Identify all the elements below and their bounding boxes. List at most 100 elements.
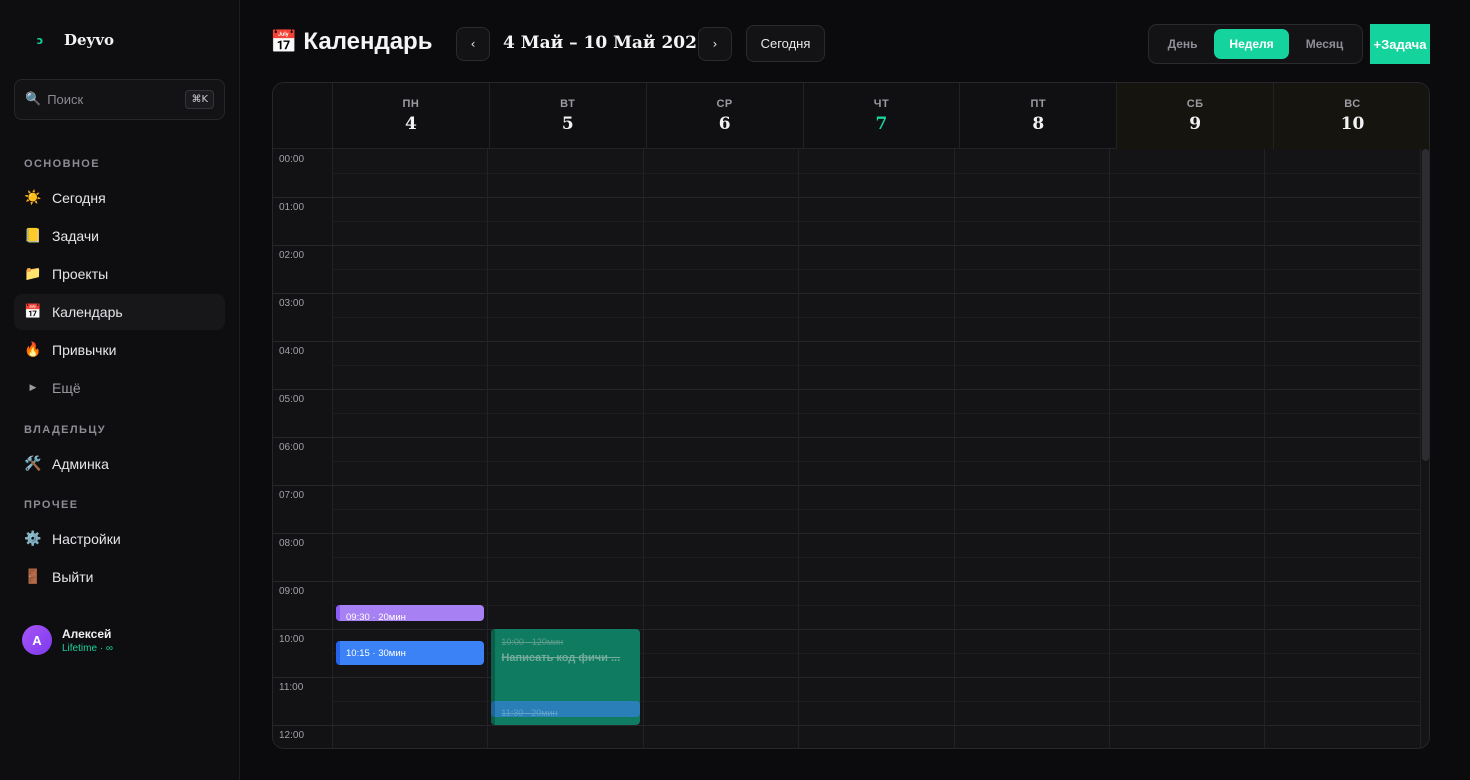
door-icon: 🚪 — [24, 569, 42, 585]
day-header[interactable]: ВТ 5 — [490, 83, 647, 149]
view-week-button[interactable]: Неделя — [1214, 29, 1289, 59]
calendar-icon: 📅 — [24, 304, 42, 320]
sidebar-item-label: Календарь — [52, 304, 123, 320]
calendar-header: ПН 4 ВТ 5 СР 6 ЧТ 7 ПТ 8 СБ 9 ВС 10 — [273, 83, 1429, 149]
calendar-event[interactable]: 11:30 · 20мин — [491, 701, 640, 717]
sidebar-item-tasks[interactable]: 📒 Задачи — [14, 218, 225, 254]
sidebar-item-label: Задачи — [52, 228, 100, 244]
next-week-button[interactable]: › — [698, 27, 732, 61]
user-plan: Lifetime · ∞ — [62, 642, 114, 654]
event-time: 10:00 · 120мин — [501, 637, 564, 647]
day-column[interactable] — [1110, 149, 1266, 748]
event-color-bar — [336, 641, 340, 665]
event-time: 11:30 · 20мин — [501, 708, 558, 717]
sidebar: ᴐ Deyvo 🔍 Поиск ⌘K ОСНОВНОЕ ☀️ Сегодня 📒… — [0, 0, 240, 780]
day-date: 7 — [875, 114, 888, 134]
day-name: ВТ — [560, 98, 576, 110]
day-header[interactable]: СБ 9 — [1117, 83, 1275, 149]
time-label: 00:00 — [279, 154, 305, 165]
time-label: 12:00 — [279, 730, 305, 741]
sidebar-item-settings[interactable]: ⚙️ Настройки — [14, 521, 225, 557]
scrollbar-thumb[interactable] — [1422, 149, 1429, 461]
day-column[interactable] — [1265, 149, 1421, 748]
brand[interactable]: ᴐ Deyvo — [30, 30, 114, 50]
day-header[interactable]: ПН 4 — [333, 83, 490, 149]
user-profile[interactable]: А Алексей Lifetime · ∞ — [22, 625, 113, 655]
sidebar-item-label: Проекты — [52, 266, 109, 282]
calendar-event[interactable]: 10:15 · 30мин — [336, 641, 485, 665]
gear-icon: ⚙️ — [24, 531, 42, 547]
day-column[interactable] — [799, 149, 955, 748]
view-day-button[interactable]: День — [1153, 29, 1212, 59]
event-title: Написать код фичи ... — [501, 652, 621, 664]
search-input[interactable]: 🔍 Поиск ⌘K — [14, 79, 225, 120]
page-title-text: Календарь — [303, 28, 433, 55]
sun-icon: ☀️ — [24, 190, 42, 206]
day-column[interactable] — [644, 149, 800, 748]
time-label: 08:00 — [279, 538, 305, 549]
time-label: 04:00 — [279, 346, 305, 357]
view-switch: День Неделя Месяц — [1148, 24, 1363, 64]
fire-icon: 🔥 — [24, 342, 42, 358]
event-color-bar — [491, 701, 496, 717]
sidebar-item-projects[interactable]: 📁 Проекты — [14, 256, 225, 292]
sidebar-item-habits[interactable]: 🔥 Привычки — [14, 332, 225, 368]
sidebar-item-label: Админка — [52, 456, 109, 472]
day-date: 10 — [1340, 114, 1365, 134]
day-name: ПН — [402, 98, 420, 110]
event-time: 09:30 · 20мин — [346, 612, 406, 621]
calendar-corner — [273, 83, 333, 149]
day-name: ПТ — [1030, 98, 1047, 110]
sidebar-item-calendar[interactable]: 📅 Календарь — [14, 294, 225, 330]
sidebar-item-logout[interactable]: 🚪 Выйти — [14, 559, 225, 595]
section-title-other: ПРОЧЕЕ — [24, 499, 79, 511]
day-column[interactable] — [955, 149, 1110, 748]
sidebar-item-label: Выйти — [52, 569, 94, 585]
sidebar-item-today[interactable]: ☀️ Сегодня — [14, 180, 225, 216]
time-label: 10:00 — [279, 634, 305, 645]
day-date: 8 — [1032, 114, 1045, 134]
time-label: 05:00 — [279, 394, 305, 405]
user-name: Алексей — [62, 626, 112, 641]
time-label: 06:00 — [279, 442, 305, 453]
time-column: 00:00 01:00 02:00 03:00 04:00 05:00 06:00 07:00… — [273, 149, 333, 748]
sidebar-item-label: Ещё — [52, 380, 81, 396]
calendar-icon: 📅 — [270, 29, 298, 55]
folder-icon: 📁 — [24, 266, 42, 282]
date-range: 4 Май – 10 Май 2026 — [503, 33, 709, 53]
tools-icon: 🛠️ — [24, 456, 42, 472]
day-name: СБ — [1186, 98, 1204, 110]
day-header[interactable]: ПТ 8 — [960, 83, 1118, 149]
time-label: 01:00 — [279, 202, 305, 213]
day-name: СР — [716, 98, 733, 110]
day-header[interactable]: ВС 10 — [1274, 83, 1429, 149]
page-title: 📅 Календарь — [270, 28, 432, 56]
prev-week-button[interactable]: ‹ — [456, 27, 490, 61]
view-month-button[interactable]: Месяц — [1291, 29, 1358, 59]
add-task-button[interactable]: +Задача — [1370, 24, 1430, 64]
day-header[interactable]: ЧТ 7 — [804, 83, 961, 149]
today-button[interactable]: Сегодня — [746, 25, 825, 62]
time-label: 09:00 — [279, 586, 305, 597]
day-date: 5 — [561, 114, 574, 134]
sidebar-item-admin[interactable]: 🛠️ Админка — [14, 446, 225, 482]
sidebar-item-label: Сегодня — [52, 190, 106, 206]
notebook-icon: 📒 — [24, 228, 42, 244]
scrollbar[interactable] — [1421, 149, 1429, 748]
calendar-body[interactable]: 00:00 01:00 02:00 03:00 04:00 05:00 06:00 07:00… — [273, 149, 1421, 748]
day-date: 9 — [1189, 114, 1202, 134]
day-header[interactable]: СР 6 — [647, 83, 804, 149]
avatar: А — [22, 625, 52, 655]
section-title-main: ОСНОВНОЕ — [24, 158, 100, 170]
section-title-owner: ВЛАДЕЛЬЦУ — [24, 424, 107, 436]
calendar-event[interactable]: 09:30 · 20мин — [336, 605, 485, 621]
time-label: 07:00 — [279, 490, 305, 501]
search-shortcut: ⌘K — [185, 90, 214, 109]
time-label: 11:00 — [279, 682, 304, 693]
sidebar-item-more[interactable]: ▶ Ещё — [14, 370, 225, 406]
logo-icon: ᴐ — [36, 33, 44, 47]
day-date: 4 — [405, 114, 417, 134]
day-name: ЧТ — [873, 98, 890, 110]
search-placeholder: Поиск — [47, 92, 84, 107]
time-label: 03:00 — [279, 298, 305, 309]
